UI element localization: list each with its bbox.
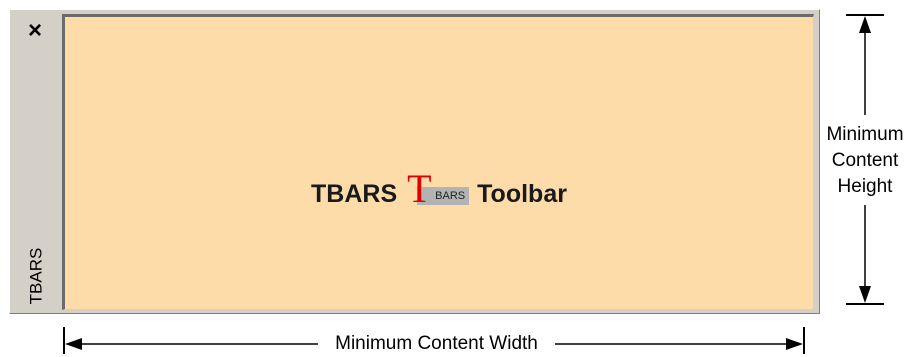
height-label-line2: Content xyxy=(831,150,899,171)
dimension-annotations xyxy=(63,14,884,354)
height-arrow-up-head xyxy=(859,16,871,33)
height-label-line3: Height xyxy=(837,176,893,197)
width-arrow-right-head xyxy=(786,338,803,350)
height-label-line1: Minimum xyxy=(826,124,904,145)
width-label: Minimum Content Width xyxy=(335,333,538,354)
height-arrow-down-head xyxy=(859,286,871,303)
width-arrow-left-head xyxy=(65,338,82,350)
height-label: Minimum Content Height xyxy=(813,122,910,200)
